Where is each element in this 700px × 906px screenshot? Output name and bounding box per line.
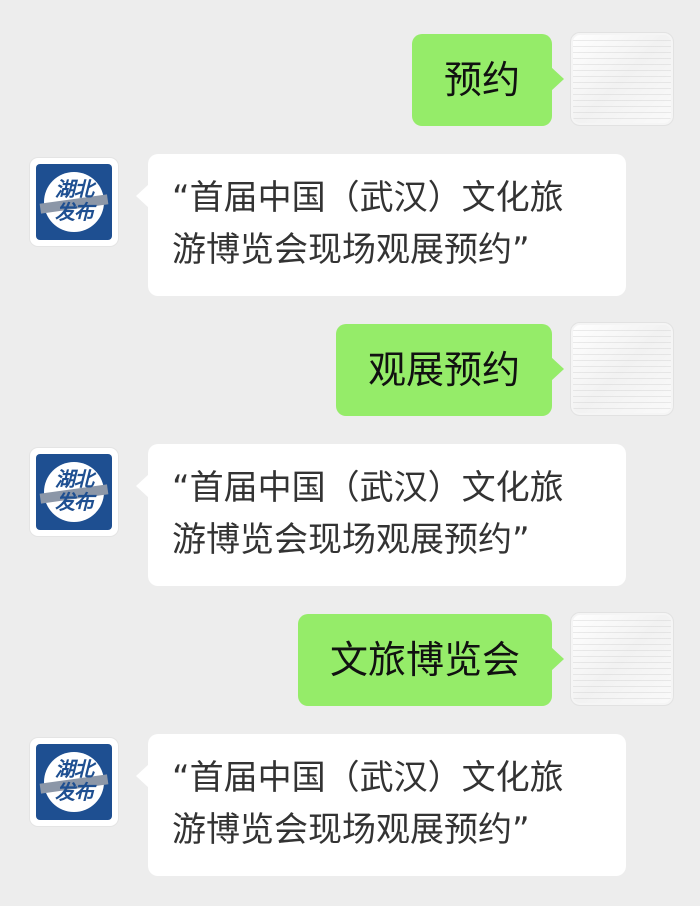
contact-avatar[interactable]: 湖北发布 bbox=[30, 158, 118, 246]
message-row-outgoing: 预约 bbox=[0, 32, 700, 128]
incoming-message-bubble[interactable]: “首届中国（武汉）文化旅 游博览会现场观展预约” bbox=[136, 734, 626, 876]
outgoing-message-bubble[interactable]: 观展预约 bbox=[335, 324, 565, 416]
incoming-message-bubble[interactable]: “首届中国（武汉）文化旅 游博览会现场观展预约” bbox=[136, 444, 626, 586]
message-row-outgoing: 文旅博览会 bbox=[0, 612, 700, 708]
user-avatar[interactable] bbox=[570, 322, 674, 416]
message-row-incoming: 湖北发布 “首届中国（武汉）文化旅 游博览会现场观展预约” bbox=[0, 154, 700, 300]
user-avatar[interactable] bbox=[570, 32, 674, 126]
message-row-outgoing: 观展预约 bbox=[0, 322, 700, 418]
user-avatar[interactable] bbox=[570, 612, 674, 706]
hubei-fabu-logo: 湖北发布 bbox=[36, 164, 112, 240]
incoming-message-bubble[interactable]: “首届中国（武汉）文化旅 游博览会现场观展预约” bbox=[136, 154, 626, 296]
outgoing-message-bubble[interactable]: 文旅博览会 bbox=[297, 614, 565, 706]
message-row-incoming: 湖北发布 “首届中国（武汉）文化旅 游博览会现场观展预约” bbox=[0, 444, 700, 590]
contact-avatar[interactable]: 湖北发布 bbox=[30, 448, 118, 536]
hubei-fabu-logo: 湖北发布 bbox=[36, 744, 112, 820]
hubei-fabu-logo: 湖北发布 bbox=[36, 454, 112, 530]
message-row-incoming: 湖北发布 “首届中国（武汉）文化旅 游博览会现场观展预约” bbox=[0, 734, 700, 880]
contact-avatar[interactable]: 湖北发布 bbox=[30, 738, 118, 826]
outgoing-message-bubble[interactable]: 预约 bbox=[411, 34, 565, 126]
